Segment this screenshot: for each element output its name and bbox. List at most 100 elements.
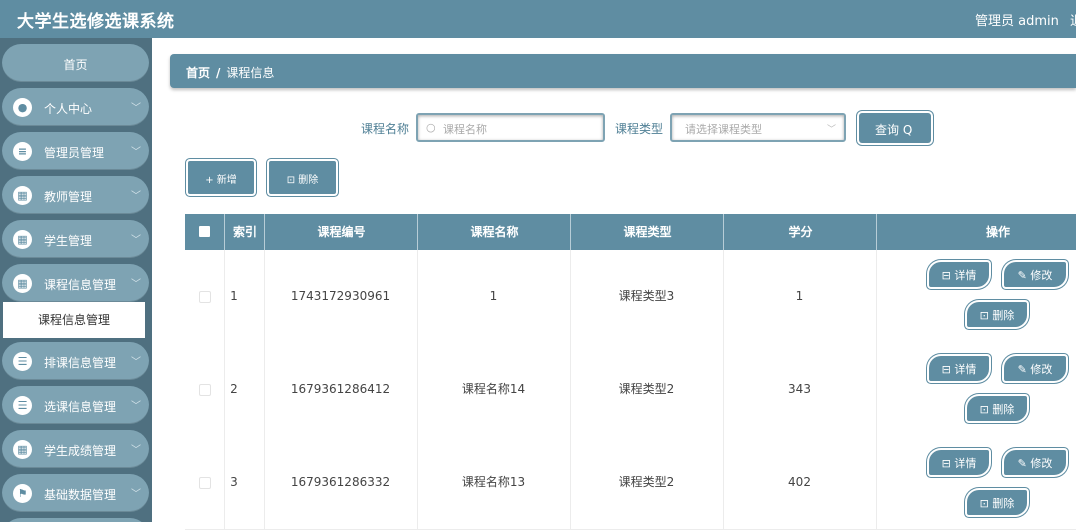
sidebar-item-student-management[interactable]: ▦ 学生管理 ﹀ [2,220,149,258]
sidebar-item-label: 首页 [63,58,88,72]
breadcrumb: 首页 / 课程信息 [170,54,1076,88]
column-header-code: 课程编号 [264,214,418,250]
grid-icon: ▦ [13,274,32,293]
chevron-down-icon: ﹀ [131,357,141,368]
sidebar-subitem-course-info[interactable]: 课程信息管理 [3,302,145,338]
query-button[interactable]: 查询 Q [859,113,931,143]
detail-button-label: ⊟ 详情 [941,269,977,282]
sidebar-item-label: 选课信息管理 [44,400,117,414]
chevron-down-icon: ﹀ [131,445,141,456]
select-all-checkbox[interactable] [199,226,210,237]
grid-icon: ▦ [13,230,32,249]
detail-button-label: ⊟ 详情 [941,363,977,376]
course-name-input[interactable]: ○ 课程名称 [416,113,605,142]
app-title: 大学生选修选课系统 [17,12,175,32]
sidebar-item-label: 个人中心 [44,102,93,116]
query-button-label: 查询 Q [875,123,913,137]
edit-button[interactable]: ✎ 修改 [1004,450,1066,475]
cell-credit: 343 [788,382,811,396]
sidebar-item-personal-center[interactable]: ● 个人中心 ﹀ [2,88,149,126]
column-header-credit: 学分 [723,214,877,250]
sidebar-item-partial[interactable] [2,518,149,522]
delete-button[interactable]: ⊡ 删除 [967,490,1027,515]
course-name-placeholder: 课程名称 [443,123,487,136]
chevron-up-icon: ﹀ [131,279,141,290]
user-icon: ● [13,98,32,117]
sidebar-item-label: 排课信息管理 [44,356,117,370]
table-row: 1 1743172930961 1 课程类型3 1 ⊟ 详情 ✎ 修改 ⊡ 删除 [185,250,1076,344]
detail-button[interactable]: ⊟ 详情 [929,450,989,475]
edit-button-label: ✎ 修改 [1017,269,1053,282]
delete-button-label: ⊡ 删除 [979,403,1015,416]
sidebar-item-home[interactable]: 首页 [2,44,149,82]
detail-button-label: ⊟ 详情 [941,457,977,470]
sidebar-item-teacher-management[interactable]: ▦ 教师管理 ﹀ [2,176,149,214]
sidebar-item-label: 管理员管理 [44,146,105,160]
breadcrumb-home[interactable]: 首页 [186,66,210,80]
cell-type: 课程类型2 [618,475,675,489]
sidebar-item-label: 教师管理 [44,190,93,204]
user-menu[interactable]: 管理员 admin [975,10,1059,29]
sidebar-item-label: 学生成绩管理 [44,444,117,458]
delete-button-label: ⊡ 删除 [979,497,1015,510]
list-icon: ☰ [13,396,32,415]
edit-button[interactable]: ✎ 修改 [1004,262,1066,287]
cell-code: 1743172930961 [290,289,391,303]
chevron-down-icon: ﹀ [131,147,141,158]
column-header-actions: 操作 [876,214,1076,250]
cell-name: 课程名称13 [461,475,526,489]
column-header-index: 索引 [224,214,265,250]
course-name-label: 课程名称 [361,122,410,136]
sidebar-item-label: 学生管理 [44,234,93,248]
cell-index: 2 [230,382,238,396]
search-icon: ○ [426,121,436,134]
cell-type: 课程类型3 [618,289,675,303]
column-header-type: 课程类型 [570,214,724,250]
column-header-name: 课程名称 [417,214,571,250]
cell-code: 1679361286332 [290,475,391,489]
cell-credit: 1 [795,289,804,303]
sidebar-item-label: 基础数据管理 [44,488,117,502]
list-icon: ☰ [13,352,32,371]
batch-delete-button-label: ⊡ 删除 [286,175,319,186]
chevron-down-icon: ﹀ [826,125,836,135]
row-checkbox[interactable] [199,477,211,489]
batch-delete-button[interactable]: ⊡ 删除 [269,161,336,194]
detail-button[interactable]: ⊟ 详情 [929,356,989,381]
edit-button[interactable]: ✎ 修改 [1004,356,1066,381]
top-bar: 大学生选修选课系统 管理员 admin 退 [0,0,1076,38]
cell-name: 1 [489,289,498,303]
admin-icon: ≡ [13,142,32,161]
chevron-down-icon: ﹀ [131,103,141,114]
sidebar-item-schedule-management[interactable]: ☰ 排课信息管理 ﹀ [2,342,149,380]
chevron-down-icon: ﹀ [131,191,141,202]
cell-credit: 402 [788,475,811,489]
delete-button[interactable]: ⊡ 删除 [967,396,1027,421]
table-row: 3 1679361286332 课程名称13 课程类型2 402 ⊟ 详情 ✎ … [185,436,1076,530]
row-checkbox[interactable] [199,291,211,303]
add-button-label: + 新增 [205,175,237,186]
sidebar-item-admin-management[interactable]: ≡ 管理员管理 ﹀ [2,132,149,170]
sidebar-item-grade-management[interactable]: ▦ 学生成绩管理 ﹀ [2,430,149,468]
sidebar-item-selection-management[interactable]: ☰ 选课信息管理 ﹀ [2,386,149,424]
course-type-select[interactable]: 请选择课程类型 ﹀ [670,113,846,142]
grid-icon: ▦ [13,440,32,459]
sidebar-item-course-management[interactable]: ▦ 课程信息管理 ﹀ [2,264,149,302]
sidebar-item-basic-data[interactable]: ⚑ 基础数据管理 ﹀ [2,474,149,512]
cell-index: 3 [230,475,238,489]
sidebar-item-label: 课程信息管理 [44,278,117,292]
breadcrumb-separator: / [216,66,221,80]
chevron-down-icon: ﹀ [131,401,141,412]
add-button[interactable]: + 新增 [188,161,254,194]
chevron-down-icon: ﹀ [131,489,141,500]
edit-button-label: ✎ 修改 [1017,457,1053,470]
table-row: 2 1679361286412 课程名称14 课程类型2 343 ⊟ 详情 ✎ … [185,343,1076,437]
cell-name: 课程名称14 [461,382,526,396]
logout-link[interactable]: 退 [1070,10,1076,29]
course-type-label: 课程类型 [615,122,664,136]
chevron-down-icon: ﹀ [131,235,141,246]
detail-button[interactable]: ⊟ 详情 [929,262,989,287]
row-checkbox[interactable] [199,384,211,396]
delete-button[interactable]: ⊡ 删除 [967,302,1027,327]
cell-code: 1679361286412 [290,382,391,396]
